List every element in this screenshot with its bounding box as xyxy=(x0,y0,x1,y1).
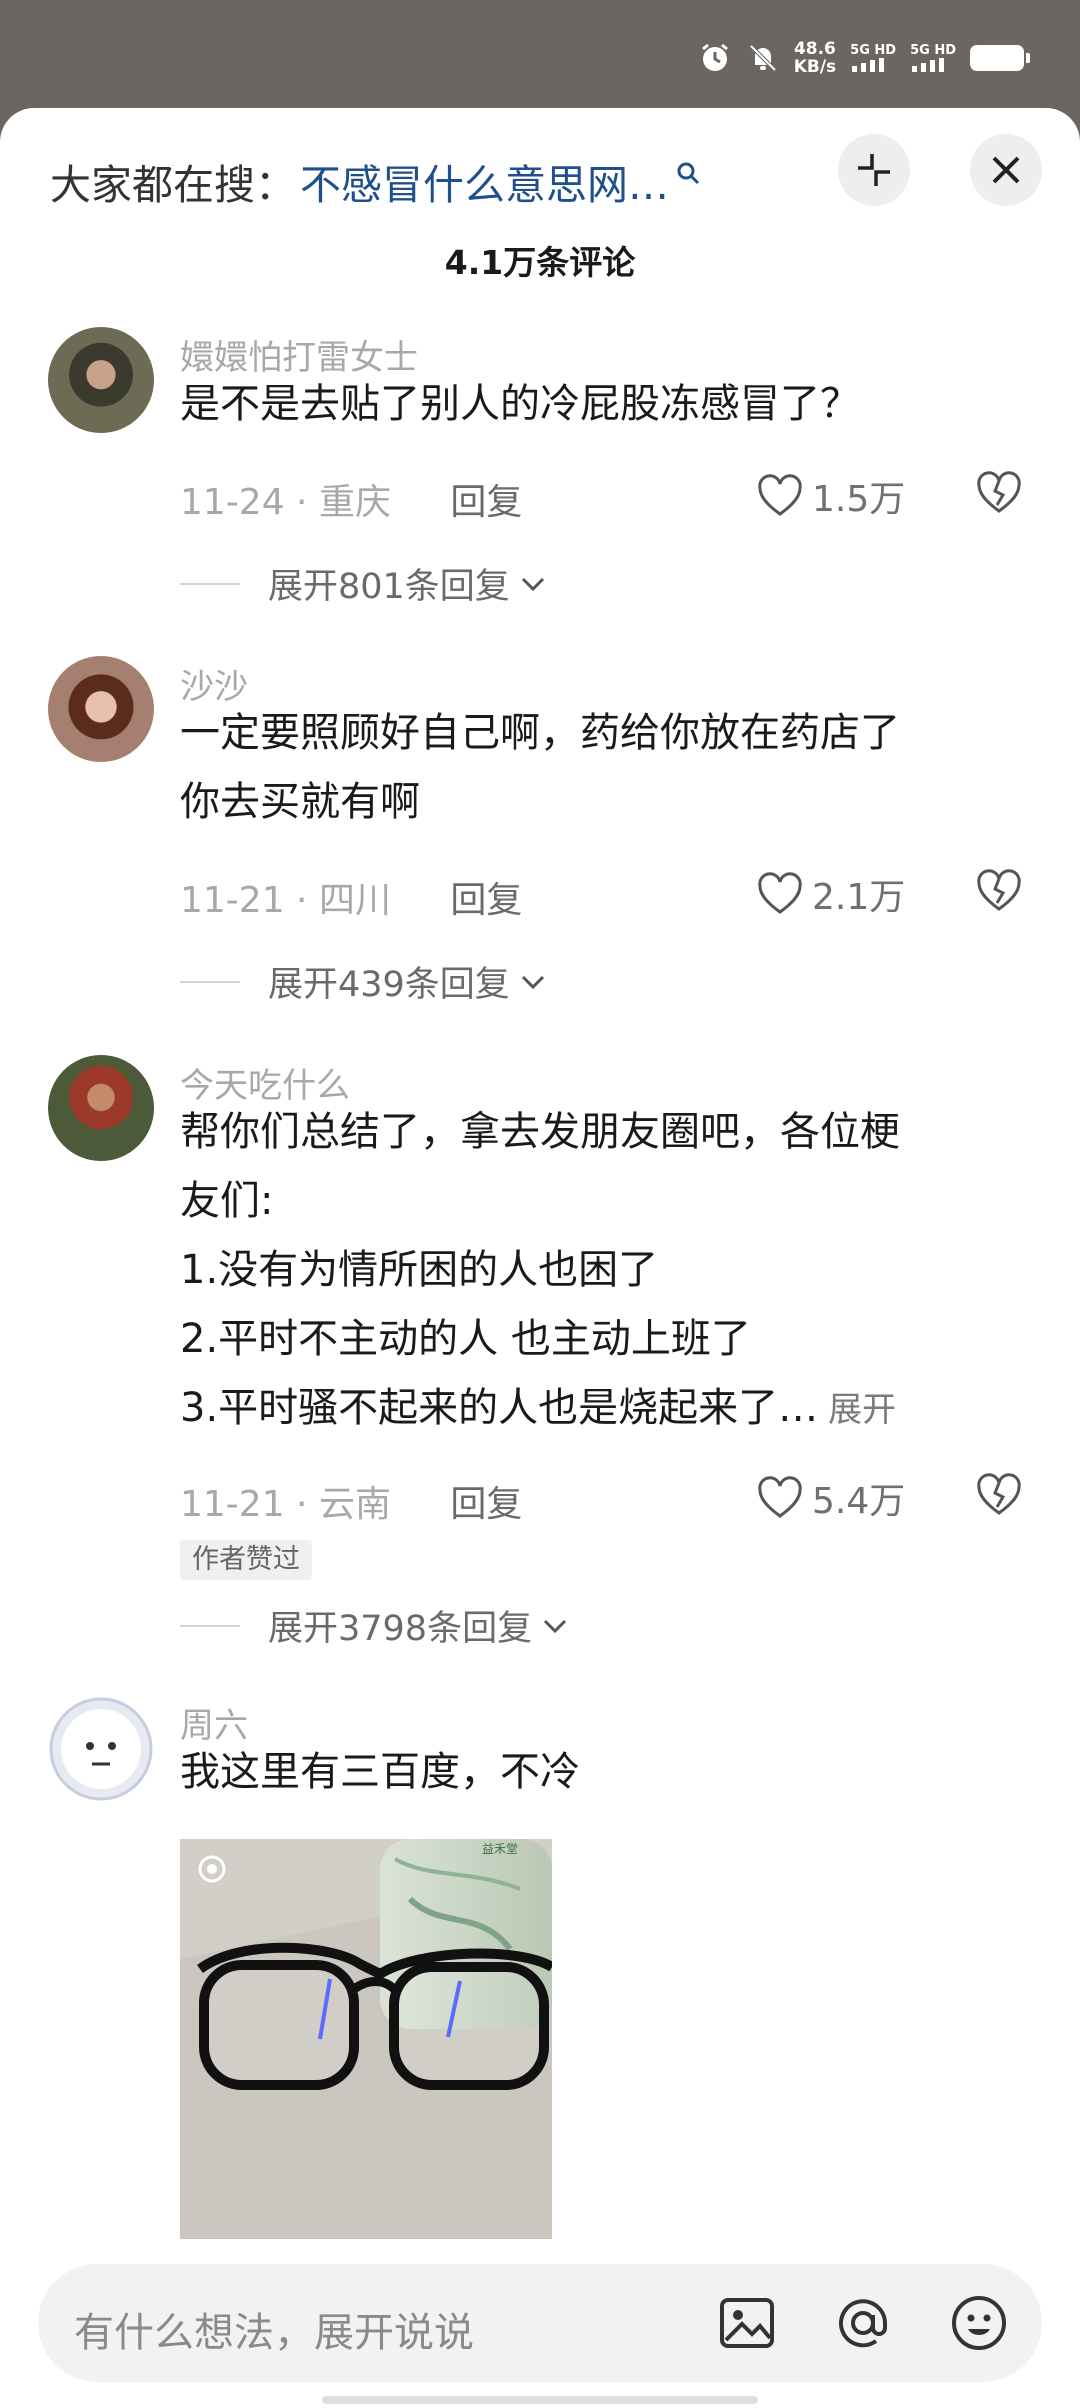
like-button[interactable]: 1.5万 xyxy=(756,470,905,522)
heart-icon xyxy=(758,872,802,914)
heart-icon xyxy=(758,474,802,516)
avatar[interactable] xyxy=(48,1055,154,1161)
search-icon xyxy=(677,162,700,185)
home-indicator[interactable] xyxy=(322,2396,758,2404)
comment-line: 一定要照顾好自己啊，药给你放在药店了 xyxy=(180,710,900,756)
expand-replies[interactable]: 展开3798条回复 xyxy=(180,1600,570,1651)
comment-text[interactable]: 帮你们总结了，拿去发朋友圈吧，各位梗 友们: 1.没有为情所困的人也困了 2.平… xyxy=(180,1098,1020,1445)
divider xyxy=(180,1624,240,1627)
divider xyxy=(180,582,240,585)
author-liked-badge: 作者赞过 xyxy=(180,1540,312,1580)
comment-meta: 11-21 · 云南 回复 xyxy=(180,1484,523,1525)
comment-line: 我这里有三百度，不冷 xyxy=(180,1749,580,1795)
expand-replies[interactable]: 展开439条回复 xyxy=(180,956,548,1007)
reply-button[interactable]: 回复 xyxy=(450,880,522,921)
close-icon xyxy=(992,156,1020,184)
like-button[interactable]: 5.4万 xyxy=(756,1472,905,1524)
emoji-icon[interactable] xyxy=(948,2292,1010,2354)
expand-replies-label: 展开801条回复 xyxy=(268,567,510,607)
comment-meta: 11-24 · 重庆 回复 xyxy=(180,482,523,523)
comment-line: 3.平时骚不起来的人也是烧起来了… xyxy=(180,1385,819,1431)
signal-bars-icon xyxy=(912,58,945,72)
comment-line: 1.没有为情所困的人也困了 xyxy=(180,1247,659,1293)
reply-button[interactable]: 回复 xyxy=(450,482,522,523)
bottle-brand-text: 益禾堂 xyxy=(482,1842,518,1856)
comment-line: 2.平时不主动的人 也主动上班了 xyxy=(180,1316,751,1362)
mention-icon[interactable] xyxy=(832,2292,894,2354)
comment-photo[interactable]: 益禾堂 xyxy=(180,1839,552,2239)
network-speed-value: 48.6 xyxy=(793,39,836,59)
like-button[interactable]: 2.1万 xyxy=(756,868,905,920)
signal-1: 5G HD xyxy=(850,44,896,72)
comment-line: 你去买就有啊 xyxy=(180,779,420,825)
glasses-photo: 益禾堂 xyxy=(180,1839,552,2239)
battery-icon xyxy=(970,45,1030,71)
alarm-icon xyxy=(701,43,728,71)
heart-icon xyxy=(758,1476,802,1518)
comment-date: 11-21 xyxy=(180,1484,285,1525)
comment-input-bar[interactable]: 有什么想法，展开说说 xyxy=(38,2264,1042,2382)
network-speed-unit: KB/s xyxy=(793,57,837,77)
comment-meta: 11-21 · 四川 回复 xyxy=(180,880,523,921)
avatar[interactable] xyxy=(48,327,154,433)
like-count: 5.4万 xyxy=(812,1481,906,1522)
expand-text-button[interactable]: 展开 xyxy=(828,1390,896,1430)
signal-1-label: 5G HD xyxy=(850,43,897,58)
broken-heart-icon[interactable] xyxy=(975,867,1023,915)
like-count: 2.1万 xyxy=(812,877,906,918)
chevron-down-icon xyxy=(521,577,544,591)
search-query-link[interactable]: 不感冒什么意思网… xyxy=(300,151,669,211)
reply-button[interactable]: 回复 xyxy=(450,1484,522,1525)
network-speed: 48.6 KB/s xyxy=(794,40,836,76)
comment-line: 是不是去贴了别人的冷屁股冻感冒了？ xyxy=(180,381,860,427)
comment-text[interactable]: 是不是去贴了别人的冷屁股冻感冒了？ xyxy=(180,370,1020,439)
collapse-button[interactable] xyxy=(838,134,910,206)
signal-2: 5G HD xyxy=(910,44,956,72)
like-count: 1.5万 xyxy=(812,479,906,520)
expand-replies-label: 展开3798条回复 xyxy=(268,1609,533,1649)
avatar[interactable] xyxy=(48,656,154,762)
search-suggestion[interactable]: 大家都在搜： 不感冒什么意思网… xyxy=(50,148,701,214)
image-icon[interactable] xyxy=(716,2292,778,2354)
broken-heart-icon[interactable] xyxy=(975,1471,1023,1519)
signal-bars-icon xyxy=(852,58,885,72)
close-button[interactable] xyxy=(970,134,1042,206)
comment-count: 4.1万条评论 xyxy=(444,243,636,282)
comment-line: 友们: xyxy=(180,1178,274,1224)
expand-replies[interactable]: 展开801条回复 xyxy=(180,558,548,609)
comment-location: 重庆 xyxy=(318,482,391,523)
avatar[interactable] xyxy=(48,1696,154,1802)
status-bar: 48.6 KB/s 5G HD 5G HD xyxy=(0,0,1080,110)
comment-input-placeholder[interactable]: 有什么想法，展开说说 xyxy=(74,2300,474,2358)
chevron-down-icon xyxy=(544,1619,567,1633)
comment-date: 11-24 xyxy=(180,482,285,523)
status-icons: 48.6 KB/s 5G HD 5G HD xyxy=(698,40,1030,76)
comment-date: 11-21 xyxy=(180,880,285,921)
collapse-icon xyxy=(858,154,890,186)
comments-sheet: 大家都在搜： 不感冒什么意思网… 4.1万条评论 嬛嬛怕打雷女士 是不是去贴了别… xyxy=(0,108,1080,2408)
mute-bell-icon xyxy=(749,44,777,72)
signal-2-label: 5G HD xyxy=(910,43,956,58)
comment-location: 四川 xyxy=(318,880,391,921)
comment-line: 帮你们总结了，拿去发朋友圈吧，各位梗 xyxy=(180,1109,900,1155)
divider xyxy=(180,980,240,983)
search-prefix: 大家都在搜： xyxy=(50,161,296,209)
comment-location: 云南 xyxy=(318,1484,391,1525)
comment-text[interactable]: 一定要照顾好自己啊，药给你放在药店了 你去买就有啊 xyxy=(180,699,1020,837)
chevron-down-icon xyxy=(521,975,544,989)
broken-heart-icon[interactable] xyxy=(975,469,1023,517)
expand-replies-label: 展开439条回复 xyxy=(268,965,510,1005)
comment-text[interactable]: 我这里有三百度，不冷 xyxy=(180,1738,1020,1807)
